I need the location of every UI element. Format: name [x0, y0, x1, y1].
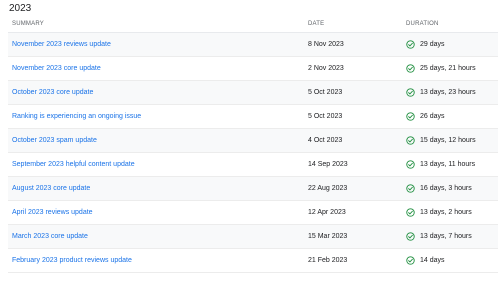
date-cell: 5 Oct 2023 — [308, 104, 406, 129]
duration-cell: 14 days — [406, 248, 498, 273]
table-header-row: SUMMARY DATE DURATION — [8, 16, 498, 33]
table-row: Ranking is experiencing an ongoing issue… — [8, 104, 498, 129]
duration-cell: 13 days, 2 hours — [406, 200, 498, 225]
date-cell: 12 Apr 2023 — [308, 200, 406, 225]
duration-text: 16 days, 3 hours — [420, 185, 472, 192]
duration-text: 29 days — [420, 41, 445, 48]
date-cell: 2 Nov 2023 — [308, 56, 406, 81]
date-cell: 5 Oct 2023 — [308, 80, 406, 105]
summary-cell: September 2023 helpful content update — [8, 152, 308, 177]
check-circle-icon — [406, 232, 415, 241]
duration-text: 13 days, 2 hours — [420, 209, 472, 216]
duration-cell: 13 days, 11 hours — [406, 152, 498, 177]
duration-cell: 29 days — [406, 32, 498, 57]
table-row: August 2023 core update 22 Aug 2023 16 d… — [8, 176, 498, 201]
check-circle-icon — [406, 112, 415, 121]
duration-text: 26 days — [420, 113, 445, 120]
check-circle-icon — [406, 208, 415, 217]
table-header: SUMMARY DATE DURATION — [8, 16, 498, 33]
date-cell: 15 Mar 2023 — [308, 224, 406, 249]
duration-text: 25 days, 21 hours — [420, 65, 476, 72]
check-circle-icon — [406, 256, 415, 265]
summary-cell: August 2023 core update — [8, 176, 308, 201]
table-row: October 2023 core update 5 Oct 2023 13 d… — [8, 80, 498, 105]
incident-link[interactable]: February 2023 product reviews update — [12, 257, 132, 264]
incident-link[interactable]: September 2023 helpful content update — [12, 161, 135, 168]
table-row: April 2023 reviews update 12 Apr 2023 13… — [8, 200, 498, 225]
column-header-date: DATE — [308, 16, 406, 33]
incident-link[interactable]: April 2023 reviews update — [12, 209, 93, 216]
duration-cell: 26 days — [406, 104, 498, 129]
column-header-summary: SUMMARY — [8, 16, 308, 33]
table-body: November 2023 reviews update 8 Nov 2023 … — [8, 32, 498, 273]
summary-cell: February 2023 product reviews update — [8, 248, 308, 273]
duration-text: 15 days, 12 hours — [420, 137, 476, 144]
incident-link[interactable]: November 2023 reviews update — [12, 41, 111, 48]
duration-text: 13 days, 23 hours — [420, 89, 476, 96]
table-row: November 2023 core update 2 Nov 2023 25 … — [8, 56, 498, 81]
table-row: February 2023 product reviews update 21 … — [8, 248, 498, 273]
duration-text: 14 days — [420, 257, 445, 264]
check-circle-icon — [406, 184, 415, 193]
check-circle-icon — [406, 64, 415, 73]
date-cell: 22 Aug 2023 — [308, 176, 406, 201]
year-heading: 2023 — [9, 3, 32, 14]
duration-cell: 13 days, 23 hours — [406, 80, 498, 105]
date-cell: 4 Oct 2023 — [308, 128, 406, 153]
check-circle-icon — [406, 136, 415, 145]
check-circle-icon — [406, 40, 415, 49]
duration-cell: 15 days, 12 hours — [406, 128, 498, 153]
incident-link[interactable]: Ranking is experiencing an ongoing issue — [12, 113, 141, 120]
incident-link[interactable]: March 2023 core update — [12, 233, 88, 240]
check-circle-icon — [406, 160, 415, 169]
incident-history-page: 2023 SUMMARY DATE DURATION November 2023… — [0, 0, 500, 285]
summary-cell: November 2023 reviews update — [8, 32, 308, 57]
date-cell: 21 Feb 2023 — [308, 248, 406, 273]
summary-cell: October 2023 spam update — [8, 128, 308, 153]
check-circle-icon — [406, 88, 415, 97]
date-cell: 8 Nov 2023 — [308, 32, 406, 57]
summary-cell: October 2023 core update — [8, 80, 308, 105]
summary-cell: November 2023 core update — [8, 56, 308, 81]
column-header-duration: DURATION — [406, 16, 498, 33]
duration-text: 13 days, 7 hours — [420, 233, 472, 240]
date-cell: 14 Sep 2023 — [308, 152, 406, 177]
table-row: September 2023 helpful content update 14… — [8, 152, 498, 177]
duration-cell: 13 days, 7 hours — [406, 224, 498, 249]
duration-text: 13 days, 11 hours — [420, 161, 476, 168]
incident-link[interactable]: August 2023 core update — [12, 185, 90, 192]
incident-link[interactable]: October 2023 core update — [12, 89, 93, 96]
incident-link[interactable]: November 2023 core update — [12, 65, 101, 72]
incident-link[interactable]: October 2023 spam update — [12, 137, 97, 144]
summary-cell: April 2023 reviews update — [8, 200, 308, 225]
duration-cell: 25 days, 21 hours — [406, 56, 498, 81]
summary-cell: Ranking is experiencing an ongoing issue — [8, 104, 308, 129]
table-row: October 2023 spam update 4 Oct 2023 15 d… — [8, 128, 498, 153]
incident-table: SUMMARY DATE DURATION November 2023 revi… — [8, 16, 498, 273]
table-row: November 2023 reviews update 8 Nov 2023 … — [8, 32, 498, 57]
duration-cell: 16 days, 3 hours — [406, 176, 498, 201]
summary-cell: March 2023 core update — [8, 224, 308, 249]
table-row: March 2023 core update 15 Mar 2023 13 da… — [8, 224, 498, 249]
